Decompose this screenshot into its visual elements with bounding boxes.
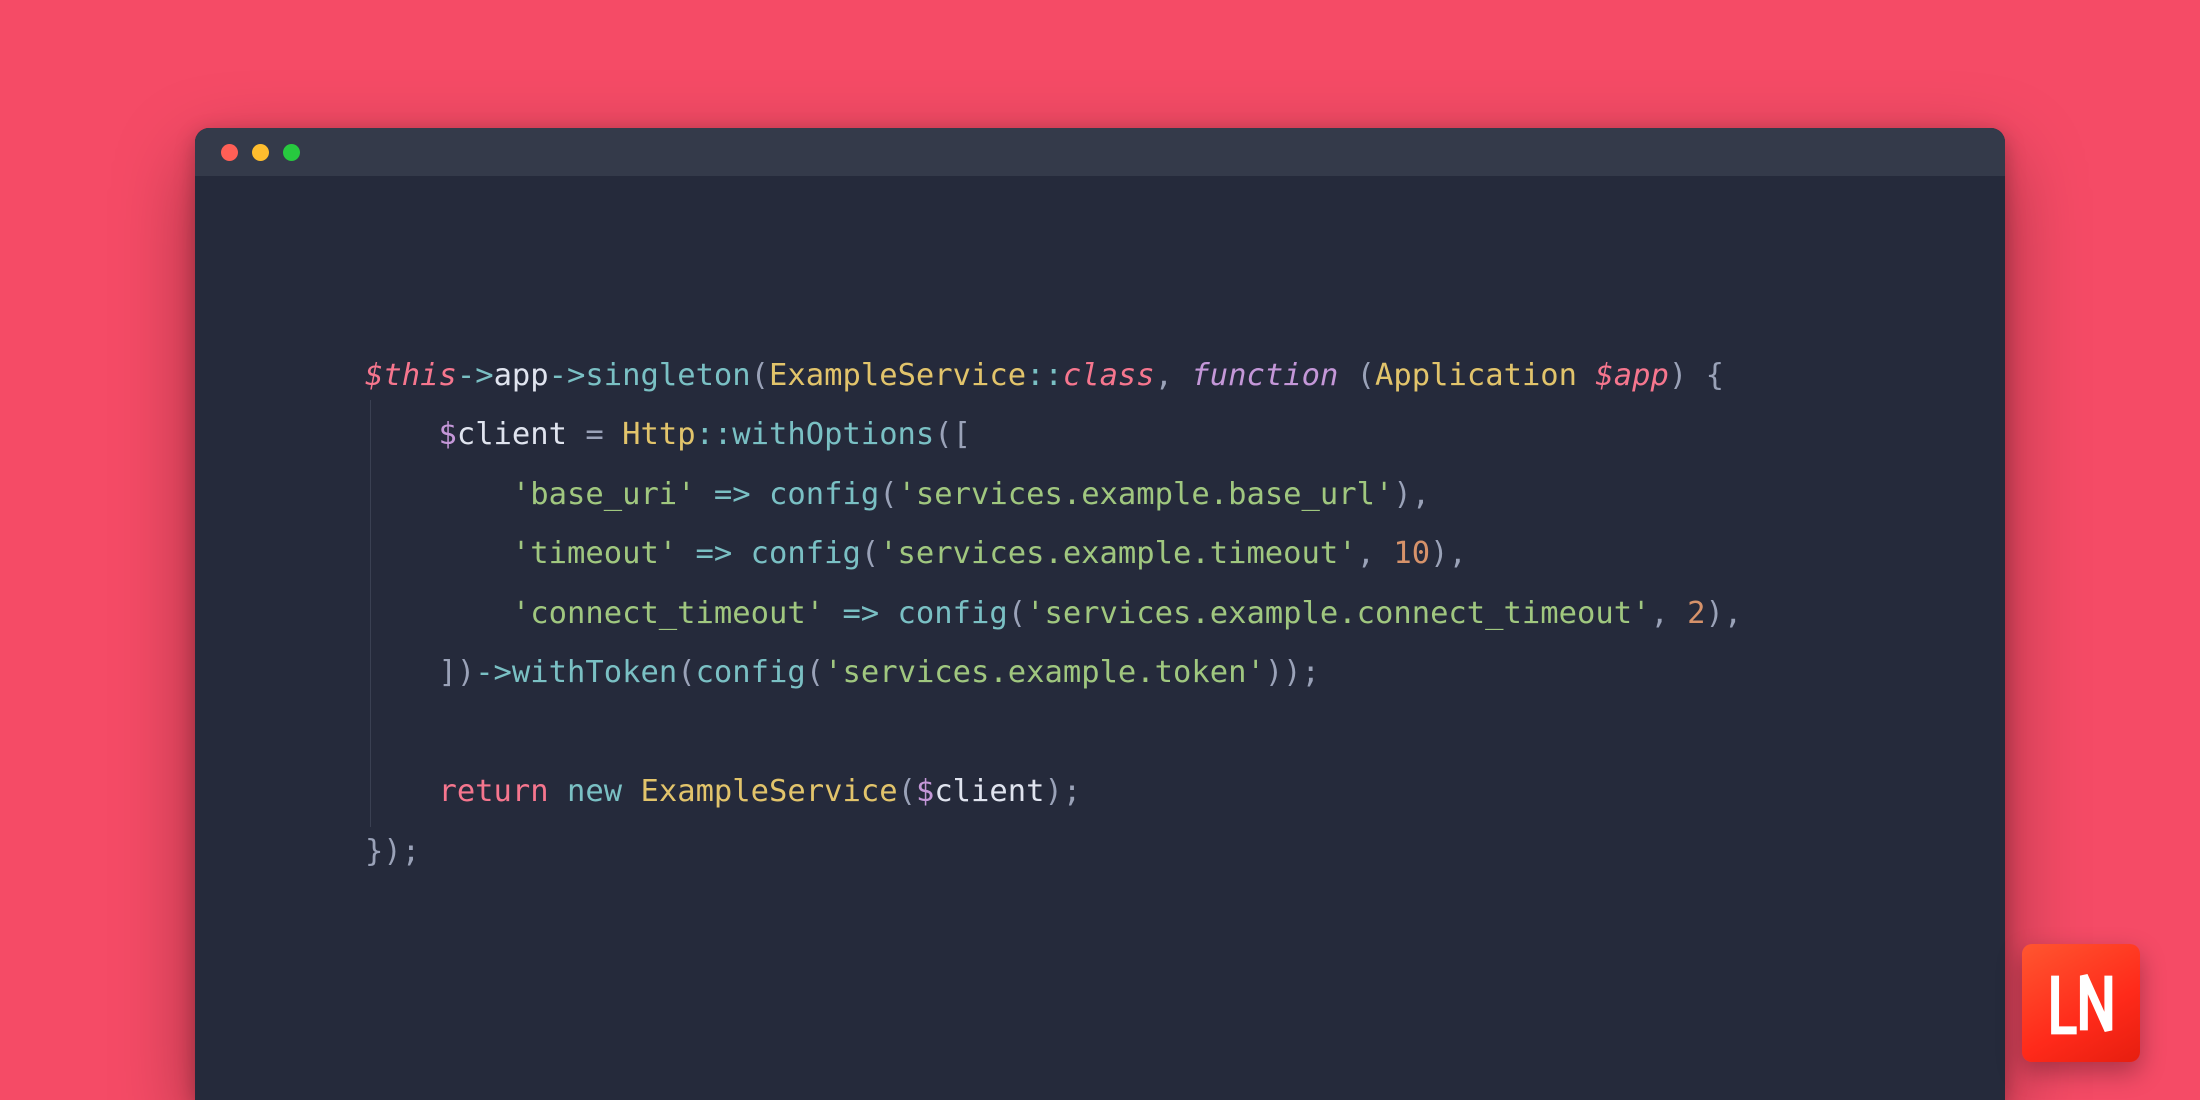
- code-line: $this->app->singleton(ExampleService::cl…: [365, 346, 2005, 405]
- code-line: 'timeout' => config('services.example.ti…: [365, 524, 2005, 583]
- traffic-light-zoom-icon[interactable]: [283, 144, 300, 161]
- stage: $this->app->singleton(ExampleService::cl…: [0, 0, 2200, 1100]
- code-area[interactable]: $this->app->singleton(ExampleService::cl…: [195, 176, 2005, 881]
- code-block[interactable]: $this->app->singleton(ExampleService::cl…: [365, 346, 2005, 881]
- code-line: return new ExampleService($client);: [365, 762, 2005, 821]
- code-line: ])->withToken(config('services.example.t…: [365, 643, 2005, 702]
- code-line: 'base_uri' => config('services.example.b…: [365, 465, 2005, 524]
- code-line: $client = Http::withOptions([: [365, 405, 2005, 464]
- traffic-light-close-icon[interactable]: [221, 144, 238, 161]
- window-titlebar[interactable]: [195, 128, 2005, 176]
- code-line: [365, 703, 2005, 762]
- editor-window: $this->app->singleton(ExampleService::cl…: [195, 128, 2005, 1100]
- code-line: 'connect_timeout' => config('services.ex…: [365, 584, 2005, 643]
- code-line: });: [365, 822, 2005, 881]
- brand-logo-icon: [2022, 944, 2140, 1062]
- traffic-light-minimize-icon[interactable]: [252, 144, 269, 161]
